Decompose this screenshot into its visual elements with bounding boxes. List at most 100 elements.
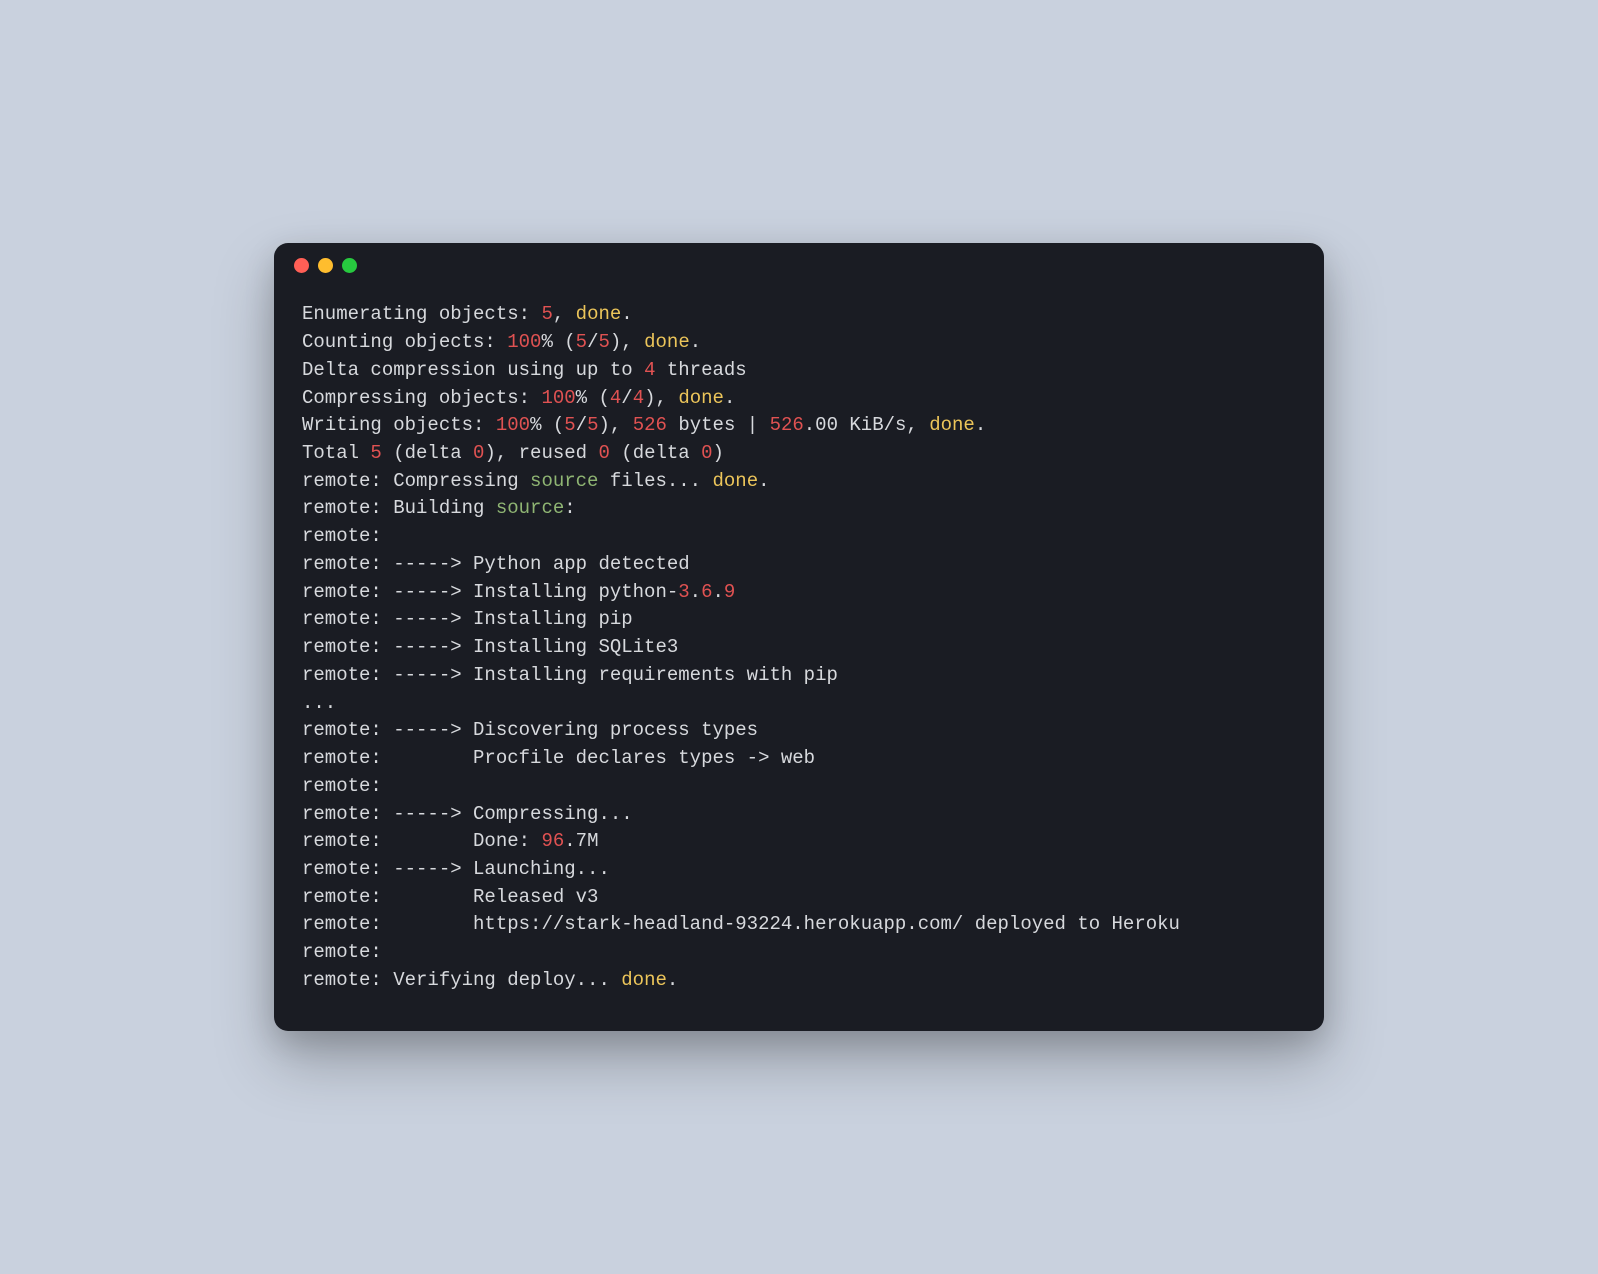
terminal-segment: threads xyxy=(655,359,746,381)
terminal-segment: Enumerating objects: xyxy=(302,303,541,325)
terminal-line: Total 5 (delta 0), reused 0 (delta 0) xyxy=(302,440,1296,468)
terminal-segment: 4 xyxy=(610,387,621,409)
terminal-segment: ... xyxy=(302,692,336,714)
minimize-icon[interactable] xyxy=(318,258,333,273)
terminal-segment: 5 xyxy=(576,331,587,353)
terminal-line: remote: https://stark-headland-93224.her… xyxy=(302,911,1296,939)
terminal-line: Delta compression using up to 4 threads xyxy=(302,357,1296,385)
terminal-segment: 5 xyxy=(564,414,575,436)
terminal-line: remote: Verifying deploy... done. xyxy=(302,967,1296,995)
terminal-segment: done xyxy=(929,414,975,436)
terminal-line: remote: -----> Installing python-3.6.9 xyxy=(302,579,1296,607)
terminal-segment: remote: -----> Compressing... xyxy=(302,803,633,825)
terminal-segment: remote: -----> Installing requirements w… xyxy=(302,664,838,686)
terminal-segment: / xyxy=(587,331,598,353)
terminal-segment: , xyxy=(553,303,576,325)
terminal-line: remote: -----> Python app detected xyxy=(302,551,1296,579)
terminal-segment: . xyxy=(712,581,723,603)
terminal-segment: 9 xyxy=(724,581,735,603)
terminal-line: Enumerating objects: 5, done. xyxy=(302,301,1296,329)
terminal-segment: / xyxy=(621,387,632,409)
terminal-segment: Compressing objects: xyxy=(302,387,541,409)
terminal-segment: done xyxy=(621,969,667,991)
terminal-segment: done xyxy=(576,303,622,325)
terminal-segment: 5 xyxy=(541,303,552,325)
terminal-segment: . xyxy=(621,303,632,325)
terminal-segment: source xyxy=(496,497,564,519)
terminal-window: Enumerating objects: 5, done.Counting ob… xyxy=(274,243,1324,1030)
terminal-segment: remote: Building xyxy=(302,497,496,519)
terminal-segment: 526 xyxy=(770,414,804,436)
terminal-segment: (delta xyxy=(610,442,701,464)
terminal-line: remote: -----> Installing pip xyxy=(302,606,1296,634)
terminal-line: remote: -----> Compressing... xyxy=(302,801,1296,829)
terminal-line: Writing objects: 100% (5/5), 526 bytes |… xyxy=(302,412,1296,440)
terminal-segment: 526 xyxy=(633,414,667,436)
terminal-segment: ) xyxy=(713,442,724,464)
terminal-segment: 100 xyxy=(496,414,530,436)
terminal-segment: % ( xyxy=(576,387,610,409)
terminal-segment: 3 xyxy=(678,581,689,603)
terminal-segment: 5 xyxy=(587,414,598,436)
terminal-segment: 6 xyxy=(701,581,712,603)
terminal-segment: .00 KiB/s, xyxy=(804,414,929,436)
terminal-segment: . xyxy=(975,414,986,436)
terminal-segment: remote: -----> Installing python- xyxy=(302,581,678,603)
terminal-line: remote: xyxy=(302,939,1296,967)
terminal-segment: Total xyxy=(302,442,370,464)
terminal-segment: .7M xyxy=(564,830,598,852)
terminal-segment: 0 xyxy=(701,442,712,464)
terminal-line: remote: -----> Discovering process types xyxy=(302,717,1296,745)
terminal-segment: remote: xyxy=(302,941,382,963)
terminal-line: remote: xyxy=(302,523,1296,551)
terminal-segment: : xyxy=(564,497,575,519)
terminal-segment: Delta compression using up to xyxy=(302,359,644,381)
terminal-segment: . xyxy=(667,969,678,991)
terminal-segment: remote: Released v3 xyxy=(302,886,598,908)
terminal-segment: 0 xyxy=(598,442,609,464)
terminal-segment: remote: Compressing xyxy=(302,470,530,492)
terminal-segment: ), reused xyxy=(484,442,598,464)
terminal-segment: remote: Procfile declares types -> web xyxy=(302,747,815,769)
terminal-output[interactable]: Enumerating objects: 5, done.Counting ob… xyxy=(274,287,1324,1030)
terminal-segment: / xyxy=(576,414,587,436)
title-bar xyxy=(274,243,1324,287)
terminal-line: remote: -----> Installing requirements w… xyxy=(302,662,1296,690)
terminal-segment: ), xyxy=(599,414,633,436)
maximize-icon[interactable] xyxy=(342,258,357,273)
terminal-segment: remote: Done: xyxy=(302,830,541,852)
terminal-segment: 4 xyxy=(633,387,644,409)
terminal-line: remote: Released v3 xyxy=(302,884,1296,912)
terminal-segment: source xyxy=(530,470,598,492)
terminal-segment: remote: Verifying deploy... xyxy=(302,969,621,991)
terminal-line: remote: -----> Launching... xyxy=(302,856,1296,884)
terminal-segment: 100 xyxy=(541,387,575,409)
terminal-segment: remote: -----> Launching... xyxy=(302,858,610,880)
terminal-segment: 5 xyxy=(598,331,609,353)
terminal-segment: . xyxy=(690,331,701,353)
terminal-segment: ), xyxy=(644,387,678,409)
terminal-segment: 0 xyxy=(473,442,484,464)
terminal-segment: ), xyxy=(610,331,644,353)
terminal-segment: remote: xyxy=(302,775,382,797)
terminal-segment: files... xyxy=(598,470,712,492)
terminal-line: Compressing objects: 100% (4/4), done. xyxy=(302,385,1296,413)
terminal-segment: % ( xyxy=(541,331,575,353)
terminal-line: ... xyxy=(302,690,1296,718)
terminal-segment: remote: -----> Python app detected xyxy=(302,553,690,575)
terminal-segment: Writing objects: xyxy=(302,414,496,436)
terminal-segment: remote: xyxy=(302,525,382,547)
terminal-segment: remote: -----> Installing pip xyxy=(302,608,633,630)
terminal-segment: . xyxy=(724,387,735,409)
terminal-segment: . xyxy=(758,470,769,492)
terminal-segment: Counting objects: xyxy=(302,331,507,353)
terminal-line: remote: Building source: xyxy=(302,495,1296,523)
terminal-line: Counting objects: 100% (5/5), done. xyxy=(302,329,1296,357)
terminal-segment: bytes | xyxy=(667,414,770,436)
terminal-segment: done xyxy=(644,331,690,353)
terminal-line: remote: Done: 96.7M xyxy=(302,828,1296,856)
close-icon[interactable] xyxy=(294,258,309,273)
terminal-segment: % ( xyxy=(530,414,564,436)
terminal-segment: (delta xyxy=(382,442,473,464)
terminal-segment: . xyxy=(690,581,701,603)
